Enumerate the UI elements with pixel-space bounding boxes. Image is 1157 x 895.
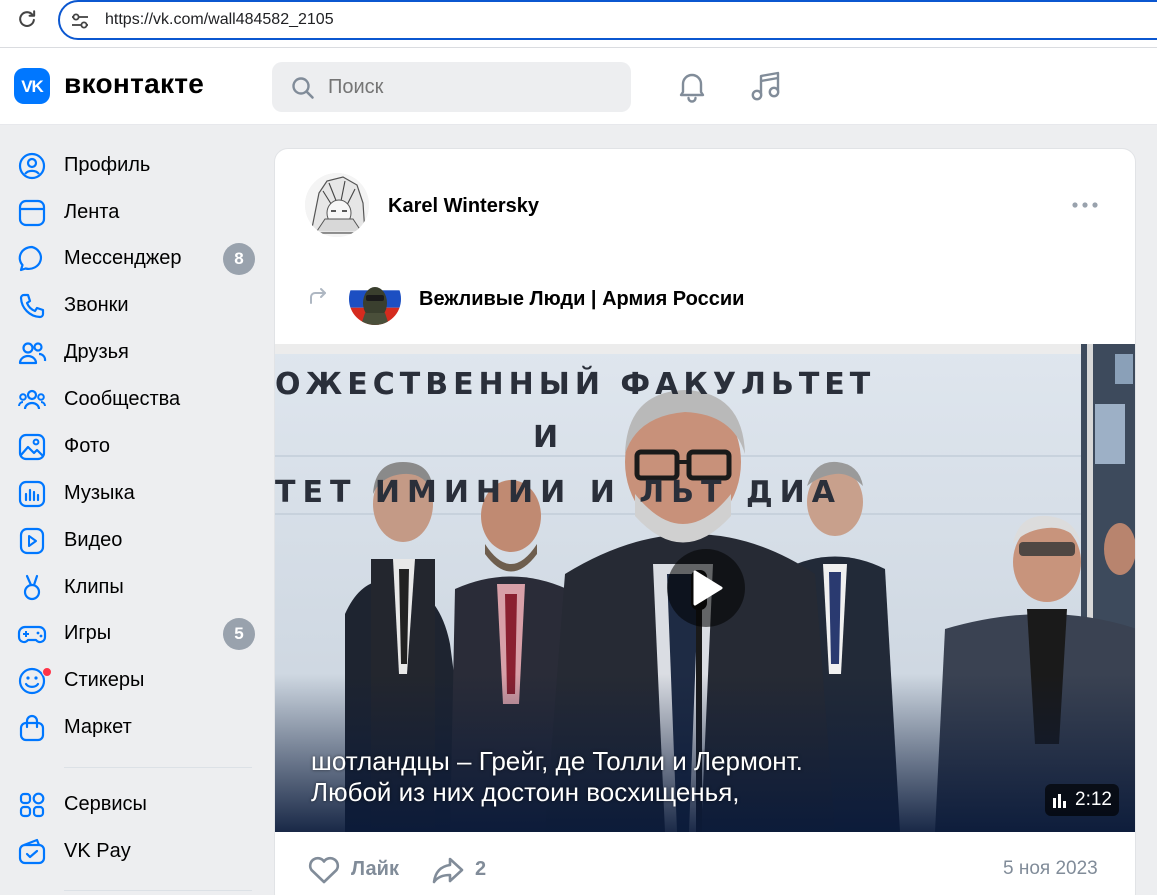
sidebar-item-feed[interactable]: Лента <box>0 191 270 235</box>
play-button[interactable] <box>667 549 745 627</box>
sidebar-item-label: Друзья <box>64 341 129 363</box>
video-banner-text: ОЖЕСТВЕННЫЙ ФАКУЛЬТЕТ <box>275 366 875 402</box>
post-date[interactable]: 5 ноя 2023 <box>1003 858 1098 880</box>
sidebar-item-video[interactable]: Видео <box>0 519 270 563</box>
search-box[interactable] <box>272 62 631 112</box>
video-banner-text: ТЕТ ИМИНИИ И ЛЬТ ДИА <box>275 475 842 510</box>
sidebar-item-friends[interactable]: Друзья <box>0 331 270 375</box>
sidebar-item-label: Игры <box>64 622 112 644</box>
author-avatar-image <box>305 173 369 237</box>
share-button[interactable]: 2 <box>431 853 501 887</box>
video-duration: 2:12 <box>1075 789 1112 810</box>
sidebar-item-games[interactable]: Игры 5 <box>0 612 270 656</box>
sidebar-item-label: Стикеры <box>64 669 145 691</box>
search-input[interactable] <box>328 76 608 99</box>
url-text[interactable]: https://vk.com/wall484582_2105 <box>105 11 334 29</box>
sidebar-item-label: Маркет <box>64 716 132 738</box>
profile-icon <box>18 152 46 180</box>
bell-icon[interactable] <box>674 68 710 104</box>
sidebar-item-label: Сервисы <box>64 793 147 815</box>
reload-icon[interactable] <box>16 8 38 30</box>
sidebar-divider <box>64 890 252 891</box>
notification-badge: 5 <box>223 618 255 650</box>
vk-logo[interactable]: VK <box>14 68 50 104</box>
video-duration-badge: 2:12 <box>1045 784 1119 816</box>
sidebar-item-profile[interactable]: Профиль <box>0 144 270 188</box>
address-bar[interactable]: https://vk.com/wall484582_2105 <box>58 0 1157 40</box>
video-player[interactable]: ОЖЕСТВЕННЫЙ ФАКУЛЬТЕТ И ТЕТ ИМИНИИ И ЛЬТ… <box>275 344 1135 832</box>
site-header: VK вконтакте <box>0 48 1157 125</box>
sidebar-divider <box>64 767 252 768</box>
left-sidebar: Профиль Лента Мессенджер 8 Звонки Друзья <box>0 126 270 895</box>
photo-icon <box>18 433 46 461</box>
author-avatar[interactable] <box>305 173 369 237</box>
repost-source-name[interactable]: Вежливые Люди | Армия России <box>419 288 744 311</box>
vk-wordmark[interactable]: вконтакте <box>64 68 204 100</box>
like-label: Лайк <box>351 858 399 880</box>
author-name[interactable]: Karel Wintersky <box>388 195 539 218</box>
music-icon <box>18 480 46 508</box>
sidebar-item-calls[interactable]: Звонки <box>0 284 270 328</box>
sidebar-item-stickers[interactable]: Стикеры <box>0 659 270 703</box>
sidebar-item-label: Фото <box>64 435 110 457</box>
sidebar-item-music[interactable]: Музыка <box>0 472 270 516</box>
feed-icon <box>18 199 46 227</box>
share-count: 2 <box>475 858 487 880</box>
sidebar-item-label: Лента <box>64 201 120 223</box>
sidebar-item-label: Звонки <box>64 294 129 316</box>
share-arrow-icon <box>432 857 464 884</box>
play-icon <box>693 570 723 606</box>
new-indicator-dot <box>42 667 52 677</box>
wall-post: Karel Wintersky Вежливые Люди | Армия Ро… <box>274 148 1136 895</box>
sidebar-item-label: Музыка <box>64 482 135 504</box>
vk-logo-text: VK <box>21 77 44 96</box>
sidebar-item-market[interactable]: Маркет <box>0 706 270 750</box>
sidebar-item-label: Мессенджер <box>64 247 182 269</box>
messenger-icon <box>18 245 43 272</box>
sidebar-item-messenger[interactable]: Мессенджер 8 <box>0 237 270 281</box>
search-icon <box>292 77 314 99</box>
friends-icon <box>18 342 47 365</box>
chart-bars-icon <box>1053 794 1066 808</box>
video-icon <box>19 527 45 555</box>
heart-icon <box>308 856 340 884</box>
clips-icon <box>23 574 41 601</box>
video-banner-text: И <box>533 420 558 455</box>
services-icon <box>19 792 45 818</box>
sidebar-item-label: Сообщества <box>64 388 181 410</box>
sidebar-item-label: Видео <box>64 529 123 551</box>
post-actions: Лайк 2 5 ноя 2023 <box>275 849 1135 889</box>
unread-badge: 8 <box>223 243 255 275</box>
games-icon <box>17 625 47 644</box>
video-subtitle-line: Любой из них достоин восхищенья, <box>311 777 740 807</box>
sidebar-item-services[interactable]: Сервисы <box>0 783 270 827</box>
vkpay-icon <box>18 838 46 865</box>
group-avatar[interactable] <box>349 273 401 325</box>
site-settings-icon[interactable] <box>70 11 90 31</box>
sidebar-item-label: Профиль <box>64 154 151 176</box>
music-note-icon[interactable] <box>748 68 784 104</box>
more-options-icon[interactable] <box>1071 197 1099 213</box>
sidebar-item-label: VK Pay <box>64 840 131 862</box>
sidebar-item-communities[interactable]: Сообщества <box>0 378 270 422</box>
phone-icon <box>19 293 45 319</box>
sidebar-item-clips[interactable]: Клипы <box>0 566 270 610</box>
market-icon <box>19 714 45 742</box>
group-avatar-image <box>349 273 401 325</box>
communities-icon <box>18 389 46 410</box>
sidebar-item-label: Клипы <box>64 576 124 598</box>
video-subtitle-line: шотландцы – Грейг, де Толли и Лермонт. <box>311 746 803 776</box>
browser-toolbar: https://vk.com/wall484582_2105 <box>0 0 1157 48</box>
repost-arrow-icon <box>310 288 326 304</box>
sidebar-item-vkpay[interactable]: VK Pay <box>0 830 270 874</box>
like-button[interactable]: Лайк <box>307 853 407 887</box>
sidebar-item-photos[interactable]: Фото <box>0 425 270 469</box>
